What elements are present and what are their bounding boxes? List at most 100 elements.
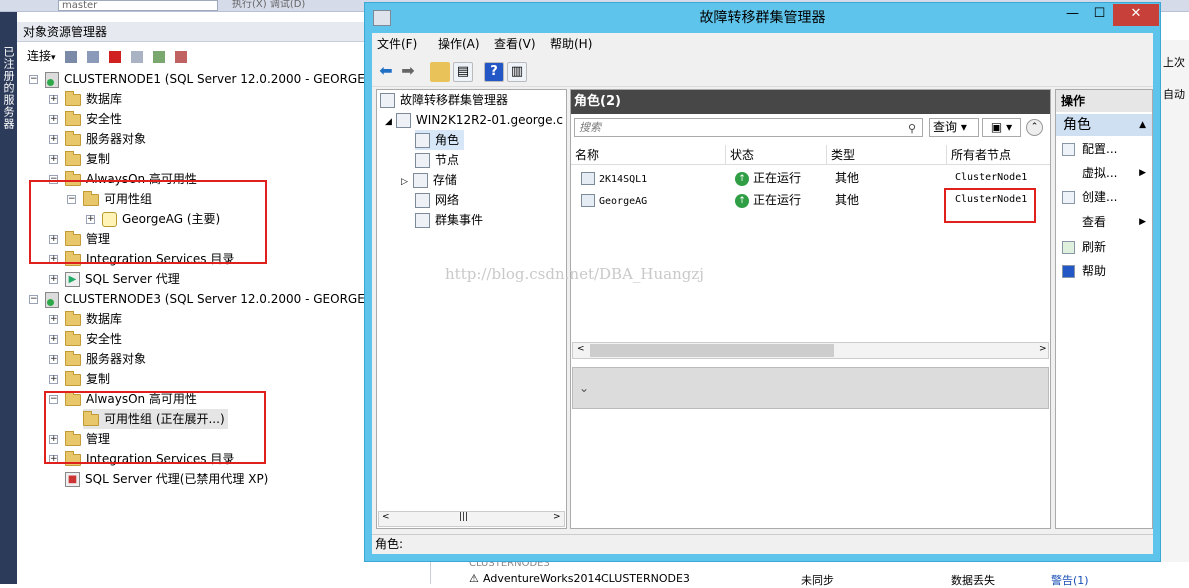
table-row[interactable]: GeorgeAG: [581, 189, 647, 211]
tree-node-server-objects[interactable]: + 服务器对象: [49, 349, 146, 369]
collapse-icon[interactable]: −: [29, 295, 38, 304]
collapse-icon[interactable]: −: [29, 75, 38, 84]
tree-node-sql-agent[interactable]: + ▶ SQL Server 代理: [49, 269, 180, 289]
registered-servers-strip[interactable]: 已注册的服务器: [0, 12, 17, 584]
scroll-left-icon[interactable]: <: [382, 512, 390, 522]
maximize-button[interactable]: ☐: [1086, 4, 1113, 26]
dropdown-arrow-icon[interactable]: ▾: [51, 53, 56, 63]
filter-icon[interactable]: [130, 50, 143, 63]
scroll-thumb[interactable]: [590, 344, 834, 357]
sync-cell: 未同步: [801, 574, 834, 587]
collapse-chevron-icon[interactable]: ⌃: [1026, 119, 1043, 136]
tree-node-sql-agent-disabled[interactable]: ■ SQL Server 代理(已禁用代理 XP): [65, 469, 268, 489]
scroll-left-icon[interactable]: <: [577, 344, 585, 354]
tree-node-server3[interactable]: − CLUSTERNODE3 (SQL Server 12.0.2000 - GE…: [29, 289, 376, 309]
minimize-button[interactable]: —: [1059, 4, 1086, 26]
expand-chevron-icon[interactable]: ⌄: [579, 381, 589, 395]
scroll-thumb-icon[interactable]: |||: [459, 512, 468, 522]
tree-node-replication[interactable]: + 复制: [49, 369, 110, 389]
action-view[interactable]: 查看 ▶: [1056, 211, 1152, 233]
up-folder-icon[interactable]: [430, 62, 450, 82]
action-create[interactable]: 创建...: [1056, 186, 1152, 208]
back-arrow-icon[interactable]: ⬅: [376, 62, 396, 82]
expand-arrow-icon[interactable]: ▷: [401, 177, 408, 187]
action-virtual[interactable]: 虚拟... ▶: [1056, 162, 1152, 184]
search-input[interactable]: 搜索 ⚲: [574, 118, 923, 137]
table-row[interactable]: 2K14SQL1: [581, 167, 647, 189]
column-name[interactable]: 名称: [571, 145, 726, 165]
toolbar: ⬅ ➡ ▤ ? ▥: [372, 57, 1153, 87]
expand-icon[interactable]: +: [49, 135, 58, 144]
action-help[interactable]: 帮助: [1056, 260, 1152, 282]
nav-networks[interactable]: 网络: [415, 190, 459, 210]
expand-icon[interactable]: +: [49, 355, 58, 364]
nav-roles[interactable]: 角色: [415, 130, 465, 150]
expand-icon[interactable]: +: [49, 155, 58, 164]
scroll-right-icon[interactable]: >: [553, 512, 561, 522]
forward-arrow-icon[interactable]: ➡: [398, 62, 418, 82]
tree-node-security[interactable]: + 安全性: [49, 329, 122, 349]
help-icon[interactable]: ?: [484, 62, 504, 82]
expand-icon[interactable]: +: [49, 95, 58, 104]
ag-dashboard-partial: ⚠ CLUSTERNODE3 AdventureWorks2014 CLUSTE…: [430, 558, 1189, 587]
stop-icon[interactable]: [109, 50, 122, 63]
disconnect-icon[interactable]: [87, 50, 100, 63]
menu-help[interactable]: 帮助(H): [550, 33, 592, 55]
activity-monitor-icon[interactable]: [174, 50, 187, 63]
nav-cluster-events[interactable]: 群集事件: [415, 210, 483, 230]
horizontal-scrollbar[interactable]: < >: [572, 342, 1049, 359]
database-combo[interactable]: master: [58, 0, 218, 11]
show-hide-tree-icon[interactable]: ▤: [453, 62, 473, 82]
action-configure[interactable]: 配置...: [1056, 138, 1152, 160]
highlight-box: [44, 391, 266, 464]
connect-icon[interactable]: [65, 50, 78, 63]
expand-icon[interactable]: +: [49, 335, 58, 344]
connect-button[interactable]: 连接: [27, 49, 51, 63]
toolbar-menu-partial[interactable]: 执行(X) 调试(D): [232, 0, 305, 10]
nav-storage[interactable]: ▷ 存储: [401, 170, 457, 190]
nav-root[interactable]: 故障转移群集管理器: [380, 90, 508, 110]
details-pane[interactable]: ⌄: [572, 367, 1049, 409]
highlight-box: [29, 180, 267, 264]
save-query-button[interactable]: ▣ ▾: [982, 118, 1021, 137]
column-owner-node[interactable]: 所有者节点: [947, 145, 1050, 165]
tree-node-security[interactable]: + 安全性: [49, 109, 122, 129]
menu-file[interactable]: 文件(F): [377, 33, 417, 55]
expand-icon[interactable]: +: [49, 375, 58, 384]
dropdown-arrow-icon: ▾: [1006, 120, 1013, 134]
cluster-icon: [395, 113, 411, 128]
show-hide-action-pane-icon[interactable]: ▥: [507, 62, 527, 82]
query-button[interactable]: 查询 ▾: [929, 118, 979, 137]
refresh-icon[interactable]: [152, 50, 165, 63]
column-type[interactable]: 类型: [827, 145, 947, 165]
submenu-arrow-icon: ▶: [1139, 168, 1146, 178]
expand-icon[interactable]: +: [49, 115, 58, 124]
column-headers: 名称 状态 类型 所有者节点: [571, 145, 1050, 165]
tree-node-databases[interactable]: + 数据库: [49, 309, 122, 329]
search-icon[interactable]: ⚲: [908, 120, 916, 137]
expand-icon[interactable]: +: [49, 275, 58, 284]
menu-view[interactable]: 查看(V): [494, 33, 536, 55]
tree-node-databases[interactable]: + 数据库: [49, 89, 122, 109]
tree-node-server-objects[interactable]: + 服务器对象: [49, 129, 146, 149]
tree-node-replication[interactable]: + 复制: [49, 149, 110, 169]
tree-node-label: 服务器对象: [86, 132, 147, 146]
action-refresh[interactable]: 刷新: [1056, 236, 1152, 258]
collapse-arrow-icon[interactable]: ◢: [385, 117, 392, 127]
tree-node-server1[interactable]: − CLUSTERNODE1 (SQL Server 12.0.2000 - GE…: [29, 69, 376, 89]
close-button[interactable]: ✕: [1113, 4, 1159, 26]
nav-cluster[interactable]: ◢ WIN2K12R2-01.george.c: [385, 110, 563, 130]
expand-icon[interactable]: +: [49, 315, 58, 324]
scroll-right-icon[interactable]: >: [1039, 344, 1047, 354]
cluster-events-icon: [415, 213, 430, 228]
folder-icon: [65, 90, 81, 106]
column-status[interactable]: 状态: [726, 145, 827, 165]
menu-action[interactable]: 操作(A): [438, 33, 480, 55]
nodes-icon: [415, 153, 430, 168]
nav-nodes[interactable]: 节点: [415, 150, 459, 170]
folder-icon: [65, 370, 81, 386]
db-cell: AdventureWorks2014: [483, 572, 602, 585]
warning-link[interactable]: 警告(1): [1051, 572, 1089, 588]
actions-section-roles[interactable]: 角色 ▲: [1056, 114, 1152, 136]
horizontal-scrollbar[interactable]: < ||| >: [378, 511, 565, 527]
